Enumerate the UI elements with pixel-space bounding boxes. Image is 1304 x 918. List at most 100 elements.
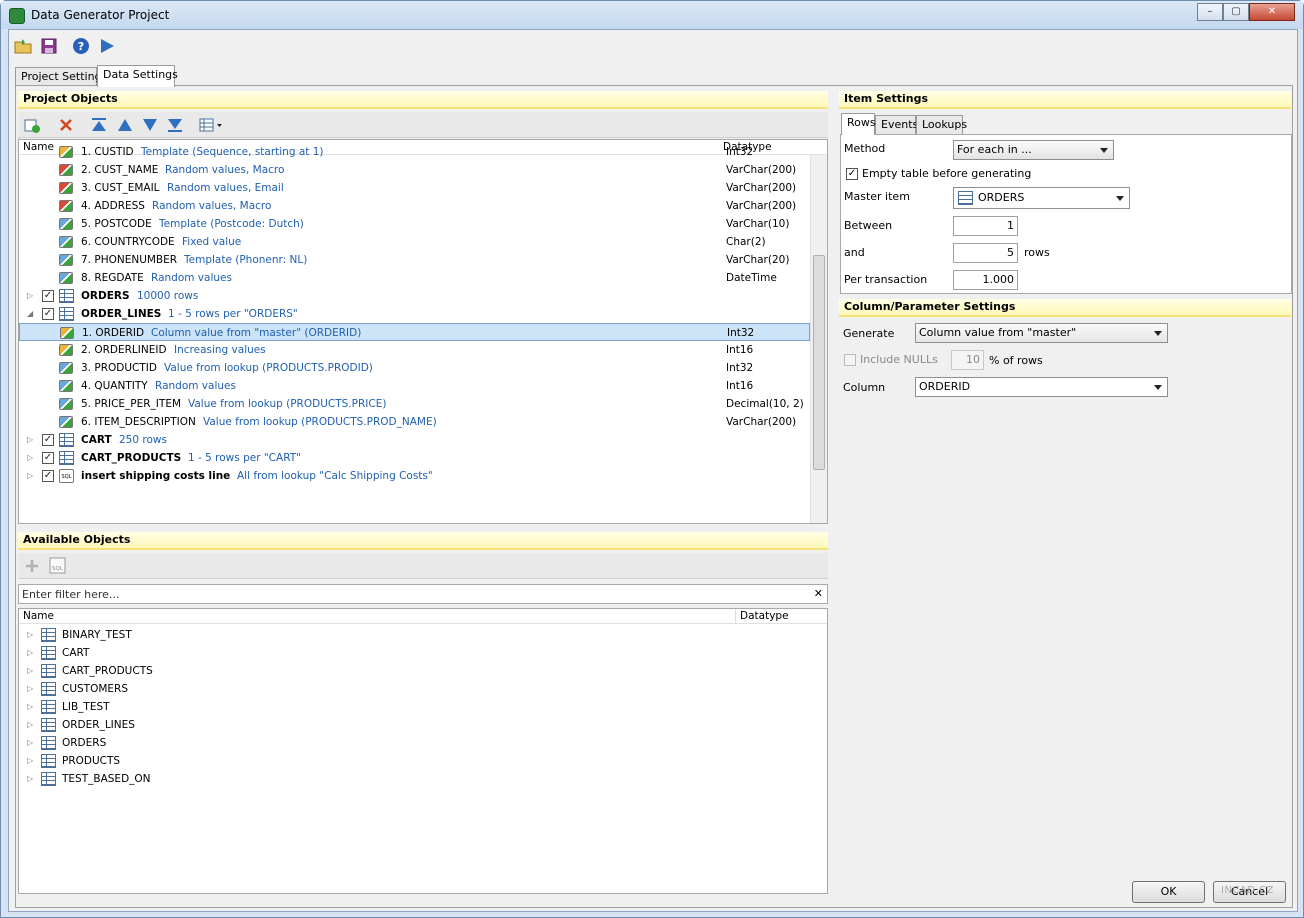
tab-events[interactable]: Events xyxy=(875,115,918,134)
expand-icon[interactable]: ▷ xyxy=(27,680,35,698)
column-generator-icon xyxy=(59,146,73,158)
expand-icon[interactable]: ▷ xyxy=(27,734,35,752)
table-name: CART xyxy=(62,647,90,659)
column-generator-icon xyxy=(59,200,73,212)
expand-icon[interactable]: ▷ xyxy=(27,644,35,662)
item-description: Template (Sequence, starting at 1) xyxy=(141,146,324,158)
column-row[interactable]: 2. ORDERLINEID Increasing values Int16 xyxy=(19,341,810,359)
column-row[interactable]: 3. PRODUCTID Value from lookup (PRODUCTS.… xyxy=(19,359,810,377)
column-row[interactable]: 4. QUANTITY Random values Int16 xyxy=(19,377,810,395)
column-generator-icon xyxy=(59,164,73,176)
tab-lookups[interactable]: Lookups xyxy=(916,115,967,134)
collapse-icon[interactable]: ◢ xyxy=(27,305,35,323)
method-value: For each in ... xyxy=(957,143,1032,156)
table-name: ORDERS xyxy=(62,737,107,749)
scroll-thumb[interactable] xyxy=(813,255,825,470)
save-icon[interactable] xyxy=(40,37,58,55)
list-item[interactable]: ▷ PRODUCTS xyxy=(19,752,827,770)
enable-checkbox[interactable]: ✓ xyxy=(42,452,54,464)
generate-select[interactable]: Column value from "master" xyxy=(915,323,1168,343)
method-select[interactable]: For each in ... xyxy=(953,140,1114,160)
column-row[interactable]: 6. ITEM_DESCRIPTION Value from lookup (PR… xyxy=(19,413,810,431)
column-row[interactable]: 4. ADDRESS Random values, Macro VarChar(20… xyxy=(19,197,810,215)
expand-icon[interactable]: ▷ xyxy=(27,716,35,734)
expand-icon[interactable]: ▷ xyxy=(27,287,35,305)
project-objects-tree[interactable]: Name Datatype 1. CUSTID Template (Sequenc… xyxy=(18,139,828,524)
list-item[interactable]: ▷ CUSTOMERS xyxy=(19,680,827,698)
sql-script-icon: SQL xyxy=(59,469,74,483)
vertical-splitter[interactable] xyxy=(830,91,836,891)
item-description: All from lookup "Calc Shipping Costs" xyxy=(237,470,433,482)
maximize-button[interactable]: ▢ xyxy=(1223,3,1249,21)
table-row[interactable]: ▷ ✓ CART_PRODUCTS 1 - 5 rows per "CART" xyxy=(19,449,810,467)
run-icon[interactable] xyxy=(98,37,116,55)
list-item[interactable]: ▷ CART xyxy=(19,644,827,662)
nulls-percent-input[interactable]: 10 xyxy=(951,350,984,370)
list-item[interactable]: ▷ ORDER_LINES xyxy=(19,716,827,734)
expand-icon[interactable]: ▷ xyxy=(27,449,35,467)
item-name: ORDER_LINES xyxy=(81,308,162,320)
open-project-icon[interactable] xyxy=(14,37,32,55)
tab-rows[interactable]: Rows xyxy=(841,113,876,135)
per-transaction-input[interactable]: 1.000 xyxy=(953,270,1018,290)
and-input[interactable]: 5 xyxy=(953,243,1018,263)
options-dropdown-icon[interactable] xyxy=(199,117,223,133)
item-name: 1. ORDERID xyxy=(82,327,145,339)
move-top-icon[interactable] xyxy=(91,117,107,133)
list-item[interactable]: ▷ LIB_TEST xyxy=(19,698,827,716)
column-select[interactable]: ORDERID xyxy=(915,377,1168,397)
table-row[interactable]: ▷ ✓ SQL insert shipping costs line All from … xyxy=(19,467,810,485)
master-item-select[interactable]: ORDERS xyxy=(953,187,1130,209)
sql-icon[interactable]: SQL xyxy=(49,557,67,575)
expand-icon[interactable]: ▷ xyxy=(27,770,35,788)
table-row[interactable]: ▷ ✓ ORDERS 10000 rows xyxy=(19,287,810,305)
clear-filter-icon[interactable]: ✕ xyxy=(814,587,823,600)
move-down-icon[interactable] xyxy=(142,117,158,133)
column-row[interactable]: 2. CUST_NAME Random values, Macro VarChar(… xyxy=(19,161,810,179)
enable-checkbox[interactable]: ✓ xyxy=(42,308,54,320)
column-row[interactable]: 7. PHONENUMBER Template (Phonenr: NL) VarC… xyxy=(19,251,810,269)
between-input[interactable]: 1 xyxy=(953,216,1018,236)
move-up-icon[interactable] xyxy=(117,117,133,133)
table-row[interactable]: ◢ ✓ ORDER_LINES 1 - 5 rows per "ORDERS" xyxy=(19,305,810,323)
tab-data-settings[interactable]: Data Settings xyxy=(97,65,178,87)
close-button[interactable]: ✕ xyxy=(1249,3,1295,21)
column-row[interactable]: 3. CUST_EMAIL Random values, Email VarChar… xyxy=(19,179,810,197)
enable-checkbox[interactable]: ✓ xyxy=(42,290,54,302)
column-row[interactable]: 5. POSTCODE Template (Postcode: Dutch) Var… xyxy=(19,215,810,233)
enable-checkbox[interactable]: ✓ xyxy=(42,434,54,446)
expand-icon[interactable]: ▷ xyxy=(27,698,35,716)
table-name: TEST_BASED_ON xyxy=(62,773,151,785)
add-icon[interactable] xyxy=(24,558,40,574)
include-nulls-checkbox[interactable] xyxy=(844,354,856,366)
column-row[interactable]: 1. ORDERID Column value from "master" (OR… xyxy=(19,323,810,341)
expand-icon[interactable]: ▷ xyxy=(27,752,35,770)
tree-scrollbar[interactable] xyxy=(810,155,827,523)
minimize-button[interactable]: – xyxy=(1197,3,1223,21)
list-item[interactable]: ▷ CART_PRODUCTS xyxy=(19,662,827,680)
ok-button[interactable]: OK xyxy=(1132,881,1205,903)
move-bottom-icon[interactable] xyxy=(167,117,183,133)
expand-icon[interactable]: ▷ xyxy=(27,662,35,680)
help-icon[interactable]: ? xyxy=(72,37,90,55)
list-item[interactable]: ▷ TEST_BASED_ON xyxy=(19,770,827,788)
delete-icon[interactable] xyxy=(58,117,74,133)
table-row[interactable]: ▷ ✓ CART 250 rows xyxy=(19,431,810,449)
column-row[interactable]: 5. PRICE_PER_ITEM Value from lookup (PROD… xyxy=(19,395,810,413)
expand-icon[interactable]: ▷ xyxy=(27,467,35,485)
column-row[interactable]: 8. REGDATE Random values DateTime xyxy=(19,269,810,287)
available-objects-tree[interactable]: Name Datatype ▷ BINARY_TEST ▷ CART ▷ CART_PRO… xyxy=(18,608,828,894)
expand-icon[interactable]: ▷ xyxy=(27,626,35,644)
add-item-icon[interactable] xyxy=(24,117,40,133)
list-item[interactable]: ▷ BINARY_TEST xyxy=(19,626,827,644)
tab-project-settings[interactable]: Project Settings xyxy=(15,67,107,86)
expand-icon[interactable]: ▷ xyxy=(27,431,35,449)
empty-table-checkbox[interactable]: ✓ xyxy=(846,168,858,180)
table-name: CUSTOMERS xyxy=(62,683,129,695)
filter-placeholder: Enter filter here... xyxy=(22,588,120,601)
list-item[interactable]: ▷ ORDERS xyxy=(19,734,827,752)
filter-input[interactable]: Enter filter here... ✕ xyxy=(18,584,828,604)
column-row[interactable]: 1. CUSTID Template (Sequence, starting at… xyxy=(19,143,810,161)
enable-checkbox[interactable]: ✓ xyxy=(42,470,54,482)
column-row[interactable]: 6. COUNTRYCODE Fixed value Char(2) xyxy=(19,233,810,251)
